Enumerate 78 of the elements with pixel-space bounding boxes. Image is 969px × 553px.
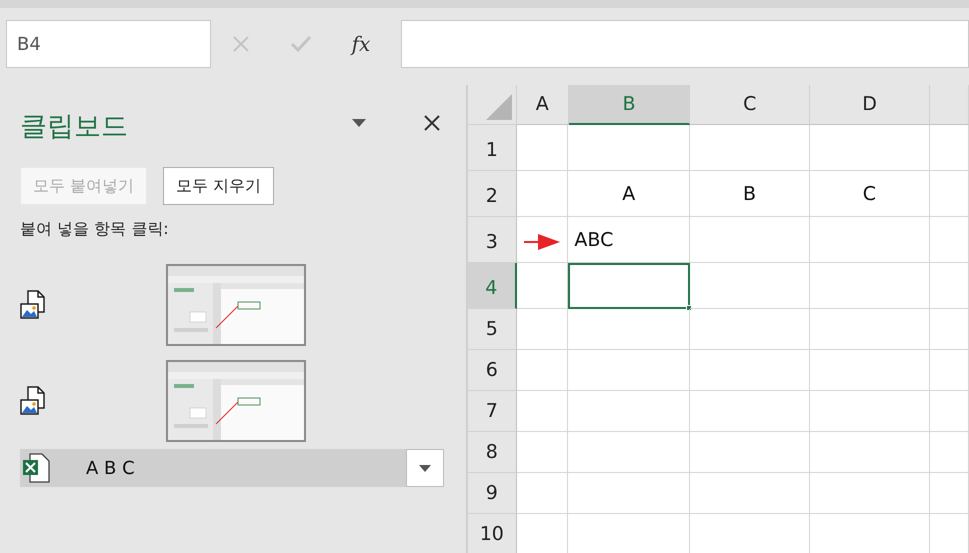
- column-header[interactable]: C: [690, 85, 810, 125]
- row-header[interactable]: 4: [468, 263, 517, 309]
- table-cell[interactable]: [690, 309, 810, 350]
- name-box[interactable]: B4: [6, 20, 211, 68]
- table-cell[interactable]: [516, 432, 568, 473]
- table-cell[interactable]: [516, 309, 568, 350]
- table-cell[interactable]: [930, 171, 969, 217]
- excel-file-icon: [22, 452, 52, 484]
- select-all-icon[interactable]: [486, 94, 512, 120]
- row-header[interactable]: 6: [468, 350, 517, 391]
- table-cell[interactable]: [568, 473, 690, 514]
- clipboard-item-text: A B C: [86, 456, 135, 480]
- table-cell[interactable]: [690, 350, 810, 391]
- row-header[interactable]: 9: [468, 473, 517, 514]
- row-header[interactable]: 7: [468, 391, 517, 432]
- table-cell[interactable]: [930, 473, 969, 514]
- table-cell[interactable]: [690, 432, 810, 473]
- row-header[interactable]: 2: [468, 171, 517, 217]
- table-cell[interactable]: [930, 263, 969, 309]
- table-cell[interactable]: [930, 391, 969, 432]
- formula-input[interactable]: [401, 20, 969, 68]
- column-header[interactable]: D: [810, 85, 930, 125]
- arrow-icon: [524, 234, 560, 250]
- table-cell[interactable]: [516, 217, 568, 263]
- table-cell[interactable]: [516, 171, 568, 217]
- image-file-icon: [20, 386, 46, 416]
- table-cell[interactable]: [568, 432, 690, 473]
- table-cell[interactable]: [930, 350, 969, 391]
- row-header[interactable]: 8: [468, 432, 517, 473]
- caret-icon: [419, 464, 431, 472]
- column-header[interactable]: B: [568, 85, 690, 125]
- dropdown-icon[interactable]: [352, 119, 366, 127]
- table-cell[interactable]: [930, 217, 969, 263]
- insert-function-button[interactable]: fx: [352, 29, 370, 59]
- table-cell[interactable]: B: [690, 171, 810, 217]
- image-file-icon: [20, 290, 46, 320]
- pane-title: 클립보드: [20, 113, 128, 140]
- table-cell[interactable]: [930, 125, 969, 171]
- clipboard-item[interactable]: A B C: [20, 449, 406, 487]
- row-header[interactable]: 10: [468, 514, 517, 553]
- table-cell[interactable]: [810, 217, 930, 263]
- table-cell[interactable]: [810, 350, 930, 391]
- table-cell[interactable]: [568, 263, 690, 309]
- table-cell[interactable]: [516, 391, 568, 432]
- table-cell[interactable]: [810, 125, 930, 171]
- instruction-text: 붙여 넣을 항목 클릭:: [20, 218, 170, 240]
- item-menu-button[interactable]: [406, 449, 444, 487]
- table-cell[interactable]: [690, 473, 810, 514]
- table-cell[interactable]: [516, 263, 568, 309]
- table-cell[interactable]: [930, 432, 969, 473]
- close-icon[interactable]: [424, 115, 440, 131]
- table-cell[interactable]: [690, 391, 810, 432]
- check-icon[interactable]: [290, 35, 312, 53]
- row-header[interactable]: 3: [468, 217, 517, 263]
- cancel-icon[interactable]: [232, 35, 250, 53]
- table-cell[interactable]: [568, 391, 690, 432]
- table-cell[interactable]: [568, 309, 690, 350]
- table-cell[interactable]: [810, 309, 930, 350]
- table-cell[interactable]: [690, 217, 810, 263]
- table-cell[interactable]: [568, 350, 690, 391]
- table-cell[interactable]: [516, 350, 568, 391]
- table-cell[interactable]: [516, 473, 568, 514]
- table-cell[interactable]: [690, 263, 810, 309]
- column-header[interactable]: [930, 85, 969, 125]
- table-cell[interactable]: [516, 125, 568, 171]
- table-cell[interactable]: C: [810, 171, 930, 217]
- table-cell[interactable]: [810, 473, 930, 514]
- table-cell[interactable]: [810, 432, 930, 473]
- row-header[interactable]: 1: [468, 125, 517, 171]
- table-cell[interactable]: A: [568, 171, 690, 217]
- table-cell[interactable]: [930, 309, 969, 350]
- table-cell[interactable]: ABC: [568, 217, 690, 263]
- row-header[interactable]: 5: [468, 309, 517, 350]
- table-cell[interactable]: [810, 263, 930, 309]
- table-cell[interactable]: [810, 391, 930, 432]
- table-cell[interactable]: [568, 125, 690, 171]
- table-cell[interactable]: [690, 125, 810, 171]
- clear-all-button[interactable]: 모두 지우기: [163, 167, 274, 205]
